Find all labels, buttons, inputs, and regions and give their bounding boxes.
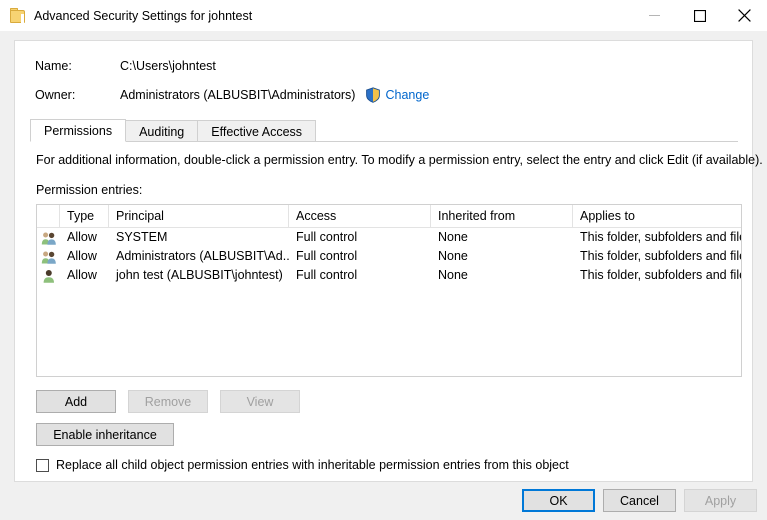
owner-value: Administrators (ALBUSBIT\Administrators) <box>120 88 356 102</box>
cell-principal: Administrators (ALBUSBIT\Ad... <box>116 249 289 263</box>
permission-entries-list[interactable]: Type Principal Access Inherited from App… <box>36 204 742 377</box>
cell-principal: SYSTEM <box>116 230 168 244</box>
instruction-text: For additional information, double-click… <box>36 153 763 167</box>
cancel-button[interactable]: Cancel <box>603 489 676 512</box>
ok-button[interactable]: OK <box>522 489 595 512</box>
column-header-inherited-from[interactable]: Inherited from <box>431 205 573 227</box>
cell-inherited-from: None <box>438 268 468 282</box>
window-title: Advanced Security Settings for johntest <box>34 8 253 23</box>
cell-type: Allow <box>67 230 97 244</box>
column-header-icon[interactable] <box>37 205 60 227</box>
cell-type: Allow <box>67 268 97 282</box>
maximize-button[interactable] <box>677 0 722 31</box>
owner-row: Owner: Administrators (ALBUSBIT\Administ… <box>35 87 429 103</box>
column-header-applies-to[interactable]: Applies to <box>573 205 741 227</box>
remove-button[interactable]: Remove <box>128 390 208 413</box>
tab-permissions[interactable]: Permissions <box>30 119 127 142</box>
cell-applies-to: This folder, subfolders and files <box>580 268 741 282</box>
folder-icon <box>9 7 25 24</box>
column-header-principal[interactable]: Principal <box>109 205 289 227</box>
cell-access: Full control <box>296 249 358 263</box>
dialog-content-panel: Name: C:\Users\johntest Owner: Administr… <box>14 40 763 482</box>
close-icon <box>738 9 751 22</box>
cell-inherited-from: None <box>438 249 468 263</box>
tab-effective-access[interactable]: Effective Access <box>197 120 317 142</box>
column-header-access[interactable]: Access <box>289 205 431 227</box>
cell-applies-to: This folder, subfolders and files <box>580 230 741 244</box>
permission-entries-label: Permission entries: <box>36 183 143 197</box>
cell-principal: john test (ALBUSBIT\johntest) <box>116 268 283 282</box>
cell-inherited-from: None <box>438 230 468 244</box>
tab-strip: Permissions Auditing Effective Access <box>30 119 738 142</box>
group-icon <box>41 230 57 246</box>
name-label: Name: <box>35 59 72 73</box>
enable-inheritance-button[interactable]: Enable inheritance <box>36 423 174 446</box>
change-owner-link[interactable]: Change <box>385 88 429 102</box>
name-value: C:\Users\johntest <box>120 59 216 73</box>
apply-button[interactable]: Apply <box>684 489 757 512</box>
replace-child-permissions-label: Replace all child object permission entr… <box>56 458 569 472</box>
table-row[interactable]: Allow john test (ALBUSBIT\johntest) Full… <box>37 266 741 285</box>
close-button[interactable] <box>722 0 767 31</box>
replace-child-permissions-checkbox[interactable] <box>36 458 49 472</box>
maximize-icon <box>693 9 706 22</box>
minimize-button[interactable] <box>632 0 677 31</box>
column-header-type[interactable]: Type <box>60 205 109 227</box>
group-icon <box>41 249 57 265</box>
minimize-icon <box>649 15 660 16</box>
cell-type: Allow <box>67 249 97 263</box>
tab-auditing[interactable]: Auditing <box>125 120 199 142</box>
table-row[interactable]: Allow Administrators (ALBUSBIT\Ad... Ful… <box>37 247 741 266</box>
title-bar: Advanced Security Settings for johntest <box>0 0 767 31</box>
cell-access: Full control <box>296 230 358 244</box>
table-row[interactable]: Allow SYSTEM Full control None This fold… <box>37 228 741 247</box>
cell-applies-to: This folder, subfolders and files <box>580 249 741 263</box>
add-button[interactable]: Add <box>36 390 116 413</box>
table-header-row: Type Principal Access Inherited from App… <box>37 205 741 228</box>
view-button[interactable]: View <box>220 390 300 413</box>
replace-child-permissions-row[interactable]: Replace all child object permission entr… <box>36 458 569 472</box>
user-icon <box>41 268 57 284</box>
uac-shield-icon <box>365 87 381 103</box>
window-controls <box>632 0 767 31</box>
name-row: Name: C:\Users\johntest <box>35 59 216 73</box>
owner-label: Owner: <box>35 88 76 102</box>
cell-access: Full control <box>296 268 358 282</box>
